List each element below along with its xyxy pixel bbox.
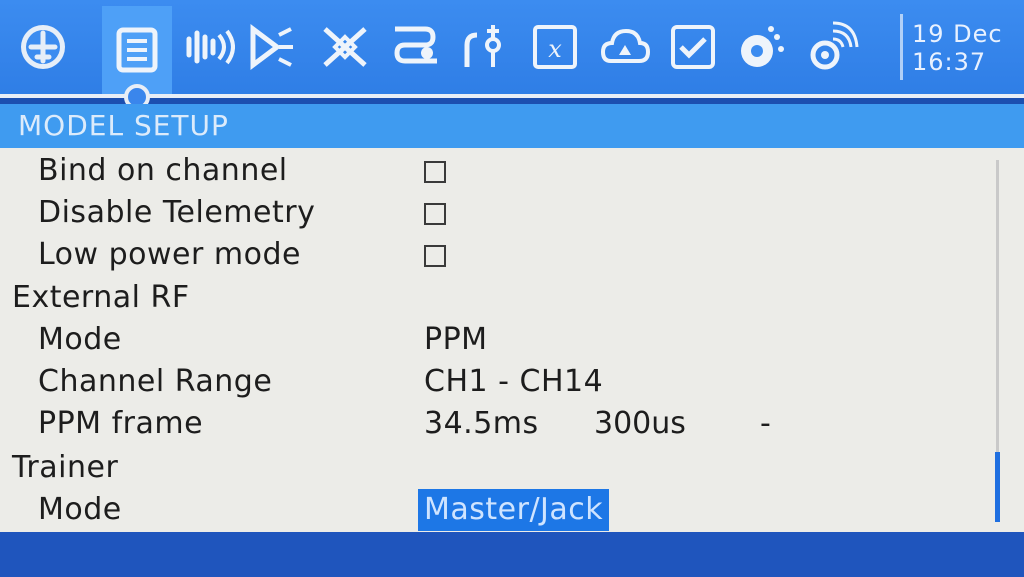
section-external-rf: External RF xyxy=(0,277,990,319)
model-setup-icon[interactable] xyxy=(102,6,172,94)
settings-list: Bind on channel Disable Telemetry Low po… xyxy=(0,148,1024,532)
row-label: Mode xyxy=(38,492,122,527)
row-bind-on-channel[interactable]: Bind on channel xyxy=(0,150,990,192)
section-trainer: Trainer xyxy=(0,447,990,489)
curves-icon[interactable]: x xyxy=(526,18,584,76)
row-label: PPM frame xyxy=(38,406,204,441)
trainer-mode-value[interactable]: Master/Jack xyxy=(418,489,610,531)
page-title: MODEL SETUP xyxy=(0,104,1024,148)
row-label: Disable Telemetry xyxy=(38,195,316,230)
disable-telemetry-checkbox[interactable] xyxy=(424,203,446,225)
heli-icon[interactable] xyxy=(180,18,238,76)
clock-time: 16:37 xyxy=(912,48,987,76)
external-mode-value[interactable]: PPM xyxy=(424,319,488,361)
ppm-pulse-width[interactable]: 300us xyxy=(594,403,686,445)
top-toolbar: x 19 Dec 16:37 xyxy=(0,0,1024,110)
toolbar-divider xyxy=(900,14,903,80)
clock-date: 19 Dec xyxy=(912,20,1003,48)
scrollbar-thumb[interactable] xyxy=(995,452,1000,522)
row-label: Channel Range xyxy=(38,364,273,399)
row-trainer-mode[interactable]: Mode Master/Jack xyxy=(0,489,990,531)
outputs-icon[interactable] xyxy=(456,18,514,76)
inputs-icon[interactable] xyxy=(316,18,374,76)
row-disable-telemetry[interactable]: Disable Telemetry xyxy=(0,192,990,234)
low-power-mode-checkbox[interactable] xyxy=(424,245,446,267)
channel-range-value[interactable]: CH1 - CH14 xyxy=(424,361,603,403)
row-label: Mode xyxy=(38,322,122,357)
row-ppm-frame[interactable]: PPM frame 34.5ms 300us - xyxy=(0,403,990,445)
section-label: External RF xyxy=(12,280,190,315)
row-label: Low power mode xyxy=(38,237,301,272)
clock: 19 Dec 16:37 xyxy=(912,20,1012,76)
row-channel-range[interactable]: Channel Range CH1 - CH14 xyxy=(0,361,990,403)
global-variables-icon[interactable] xyxy=(596,18,654,76)
section-label: Trainer xyxy=(12,450,119,485)
telemetry-icon[interactable] xyxy=(804,18,862,76)
radio-home-icon[interactable] xyxy=(14,18,72,76)
bottom-bar xyxy=(0,532,1024,577)
mixer-icon[interactable] xyxy=(386,18,444,76)
row-low-power-mode[interactable]: Low power mode xyxy=(0,234,990,276)
svg-text:x: x xyxy=(548,35,562,63)
special-functions-icon[interactable] xyxy=(732,18,790,76)
logical-switches-icon[interactable] xyxy=(664,18,722,76)
ppm-polarity[interactable]: - xyxy=(760,403,771,445)
row-label: Bind on channel xyxy=(38,153,288,188)
bind-on-channel-checkbox[interactable] xyxy=(424,161,446,183)
ppm-frame-length[interactable]: 34.5ms xyxy=(424,403,539,445)
row-external-mode[interactable]: Mode PPM xyxy=(0,319,990,361)
flight-modes-icon[interactable] xyxy=(244,18,302,76)
